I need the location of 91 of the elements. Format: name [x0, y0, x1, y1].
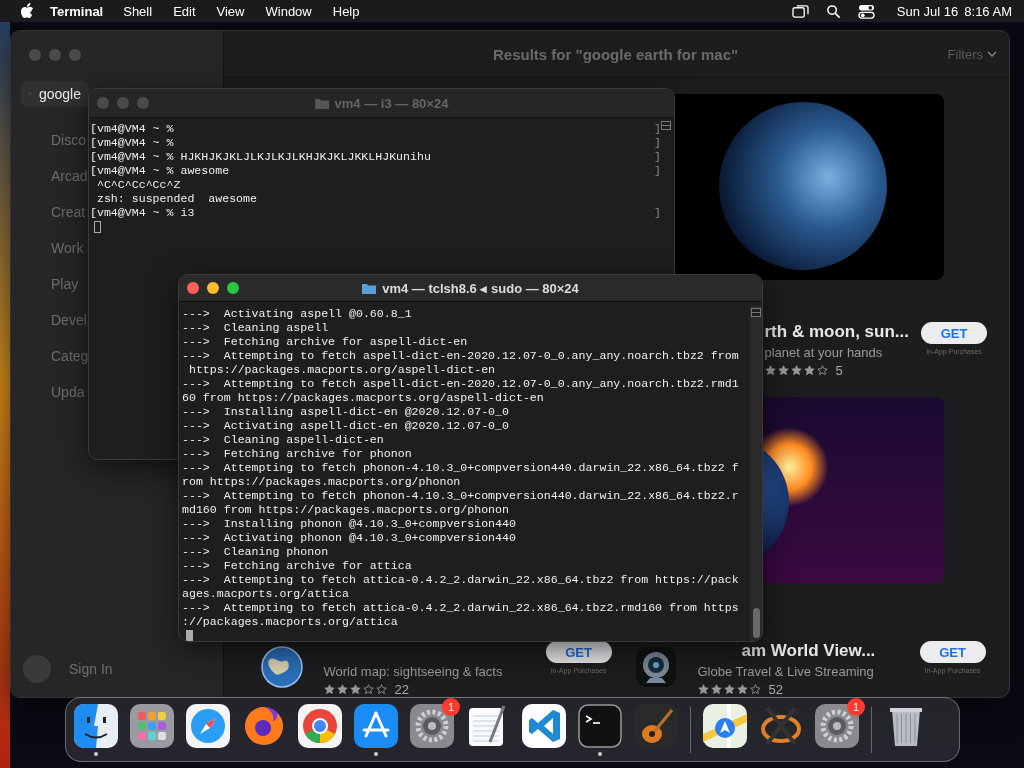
- terminal-line: ---> Cleaning aspell-dict-en: [182, 433, 384, 447]
- terminal-line: ---> Activating aspell @0.60.8_1: [182, 307, 412, 321]
- terminal-line: [vm4@VM4 ~ % awesome: [90, 164, 230, 178]
- window-control[interactable]: [227, 282, 239, 294]
- line-mark: ]: [654, 136, 661, 150]
- terminal-line: ---> Installing phonon @4.10.3_0+compversion440: [182, 517, 516, 531]
- terminal-line: ---> Cleaning aspell: [182, 321, 329, 335]
- line-mark: ]: [654, 206, 661, 220]
- menu-item[interactable]: Shell: [123, 3, 153, 19]
- menu-item[interactable]: Window: [265, 3, 312, 19]
- terminal-line: ---> Attempting to fetch aspell-dict-en-2020.12.07-0_0.any_any.noarch.tbz2 from: [182, 349, 739, 363]
- menu-item[interactable]: Edit: [173, 3, 196, 19]
- line-mark: ]: [654, 150, 661, 164]
- window-control[interactable]: [207, 282, 219, 294]
- terminal-line: ---> Attempting to fetch attica-0.4.2_2.darwin_22.x86_64.tbz2 from https://pack: [182, 573, 739, 587]
- terminal-line: ---> Attempting to fetch phonon-4.10.3_0+compversion440.darwin_22.x86_64.tbz2.r: [182, 489, 739, 503]
- terminal-line: [vm4@VM4 ~ %: [90, 122, 174, 136]
- folder-icon: [314, 97, 329, 109]
- app-grid-icon[interactable]: [130, 703, 174, 748]
- results-title: Results for "google earth for mac": [492, 45, 740, 63]
- terminal-line: md160 from https://packages.macports.org/phonon: [182, 503, 509, 517]
- app-subtitle: Globe Travel & Live Streaming: [697, 664, 875, 679]
- terminal-line: zsh: suspended awesome: [95, 192, 257, 206]
- folder-icon: [362, 282, 377, 294]
- star-icon: [764, 365, 776, 376]
- rating-count: 5: [835, 363, 843, 378]
- line-mark: ]: [654, 122, 661, 136]
- terminal-line: [vm4@VM4 ~ % HJKHJKJKLJLKJLKJLKHJKJKLJKKLHJKunihu: [90, 150, 431, 164]
- star-icon: [323, 684, 335, 695]
- terminal-line: ---> Attempting to fetch aspell-dict-en-2020.12.07-0_0.any_any.noarch.tbz2.rmd1: [182, 377, 739, 391]
- terminal-prompt-icon[interactable]: [578, 703, 622, 748]
- app-subtitle: planet at your hands: [764, 345, 884, 360]
- menu-time[interactable]: 8:16 AM: [964, 3, 1012, 19]
- windows-icon[interactable]: [791, 3, 809, 19]
- star-icon: [336, 684, 348, 695]
- menu-item[interactable]: View: [216, 3, 245, 19]
- terminal-line: [vm4@VM4 ~ % i3: [90, 206, 195, 220]
- letter-a-icon[interactable]: [354, 703, 398, 748]
- line-mark: ]: [654, 164, 661, 178]
- window-title: vm4 — tclsh8.6 ◂ sudo — 80×24: [382, 280, 579, 296]
- app-menu[interactable]: Terminal: [50, 3, 104, 19]
- terminal-line: ---> Fetching archive for phonon: [182, 447, 412, 461]
- terminal-line: [vm4@VM4 ~ %: [90, 136, 174, 150]
- terminal-line: ---> Activating phonon @4.10.3_0+compversion440: [182, 531, 516, 545]
- star-icon: [375, 684, 387, 695]
- scrollbar-thumb[interactable]: [752, 608, 760, 638]
- star-icon: [803, 365, 815, 376]
- terminal-line: ---> Cleaning phonon: [182, 545, 329, 559]
- star-icon: [349, 684, 361, 695]
- star-icon: [749, 684, 761, 695]
- text-cursor: [94, 221, 101, 233]
- app-title: am World View...: [741, 641, 877, 661]
- text-cursor: [186, 630, 193, 641]
- app-subtitle: World map: sightseeing & facts: [323, 664, 504, 679]
- terminal-line: https://packages.macports.org/aspell-dict-en: [187, 363, 496, 377]
- terminal-line: ages.macports.org/attica: [182, 587, 349, 601]
- rating-count: 52: [768, 682, 783, 697]
- app-title: rth & moon, sun...: [764, 322, 909, 342]
- terminal-line: ://packages.macports.org/attica: [182, 615, 398, 629]
- star-icon: [816, 365, 828, 376]
- star-icon: [697, 684, 709, 695]
- split-pane-icon[interactable]: [751, 308, 761, 317]
- terminal-line: 60 from https://packages.macports.org/aspell-dict-en: [182, 391, 544, 405]
- rating-count: 22: [394, 682, 409, 697]
- terminal-line: ---> Attempting to fetch attica-0.4.2_2.darwin_22.x86_64.tbz2.rmd160 from https: [182, 601, 739, 615]
- smiling-face-icon[interactable]: [74, 703, 118, 748]
- terminal-line: rom https://packages.macports.org/phonon: [182, 475, 461, 489]
- toggles-icon[interactable]: [857, 3, 875, 19]
- gear-icon[interactable]: [815, 703, 859, 748]
- star-icon: [723, 684, 735, 695]
- terminal-line: ---> Fetching archive for attica: [182, 559, 412, 573]
- terminal-line: ---> Installing aspell-dict-en @2020.12.07-0_0: [182, 405, 509, 419]
- terminal-line: ^C^C^Cc^Cc^Z: [95, 178, 181, 192]
- terminal-line: ---> Activating aspell-dict-en @2020.12.07-0_0: [182, 419, 509, 433]
- tricolor-ring-icon[interactable]: [298, 703, 342, 748]
- window-title: vm4 — i3 — 80×24: [334, 95, 449, 111]
- map-icon[interactable]: [703, 703, 747, 748]
- star-icon: [777, 365, 789, 376]
- terminal-line: ---> Attempting to fetch phonon-4.10.3_0+compversion440.darwin_22.x86_64.tbz2 f: [182, 461, 739, 475]
- star-icon: [710, 684, 722, 695]
- window-control[interactable]: [187, 282, 199, 294]
- menu-date[interactable]: Sun Jul 16: [896, 3, 959, 19]
- terminal-line: ---> Fetching archive for aspell-dict-en: [182, 335, 468, 349]
- menu-item[interactable]: Help: [332, 3, 360, 19]
- ribbon-icon[interactable]: [522, 703, 566, 748]
- apple-icon[interactable]: [20, 3, 34, 19]
- star-icon: [362, 684, 374, 695]
- gear-icon[interactable]: [410, 703, 454, 748]
- star-icon: [736, 684, 748, 695]
- compass-icon[interactable]: [186, 703, 230, 748]
- star-icon: [790, 365, 802, 376]
